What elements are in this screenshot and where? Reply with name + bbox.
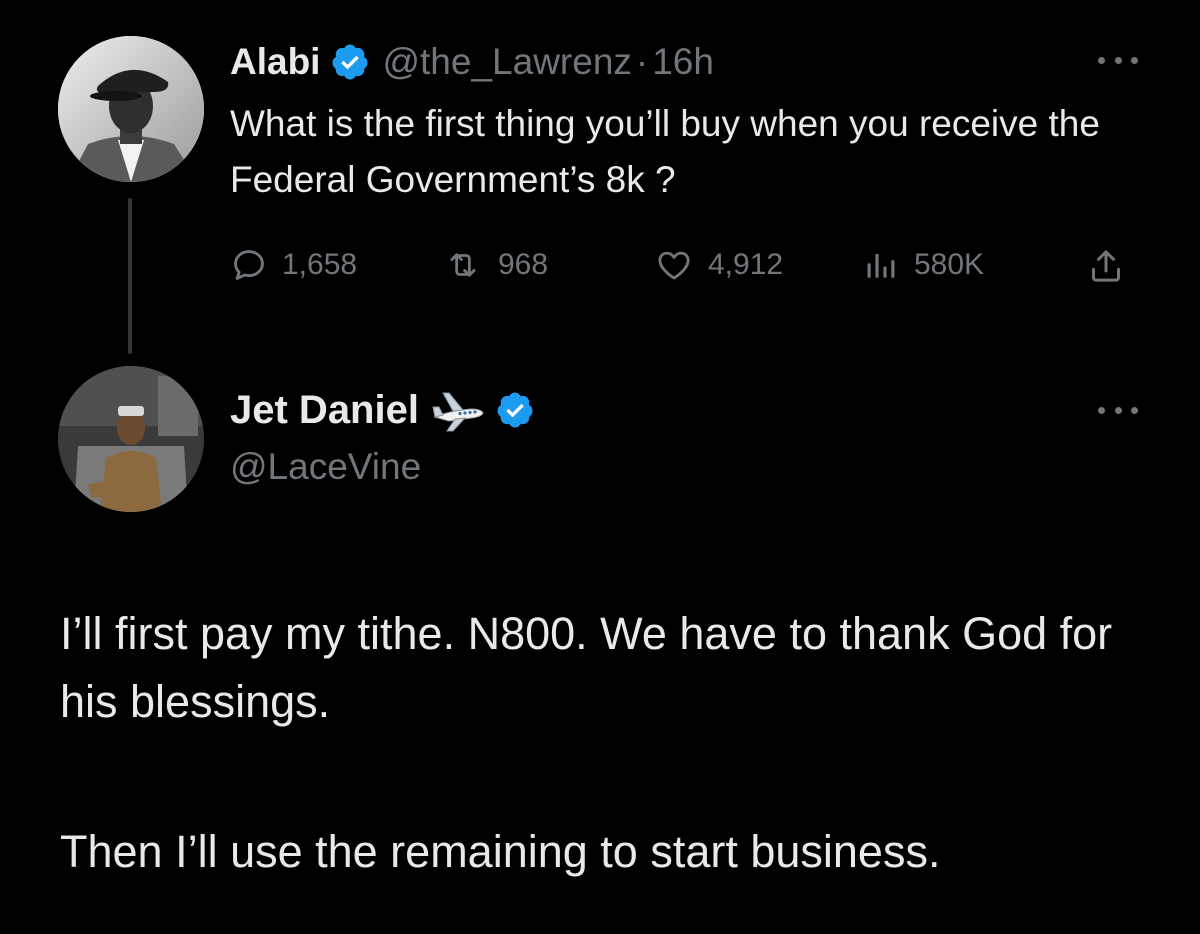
tweet-header: Alabi @the_Lawrenz · 16h [230,36,714,88]
tweet-text: What is the first thing you’ll buy when … [230,103,1100,200]
reply-button[interactable]: 1,658 [230,246,357,284]
reply-text-paragraph: I’ll first pay my tithe. N800. We have t… [60,608,1113,727]
verified-badge-icon [330,42,370,82]
reply-author-handle[interactable]: @LaceVine [230,446,421,488]
author-name[interactable]: Alabi [230,41,320,83]
reply-avatar-photo-icon [58,366,204,512]
more-options-icon[interactable] [1098,52,1138,68]
reply-more-options-icon[interactable] [1098,402,1138,418]
reply-avatar[interactable] [58,366,204,512]
views-count: 580K [914,248,985,281]
views-button[interactable]: 580K [862,246,984,284]
retweet-icon [450,253,476,277]
verified-badge-icon [495,390,535,430]
retweet-count: 968 [498,248,549,281]
like-button[interactable]: 4,912 [654,246,783,284]
share-button[interactable] [1086,246,1126,286]
heart-icon [658,251,690,280]
avatar-photo-icon [58,36,204,182]
tweet-actions-bar: 1,658 968 4,912 580K [230,246,1146,290]
avatar[interactable] [58,36,204,182]
tweet-thread-screen: Alabi @the_Lawrenz · 16h What is the fir… [0,0,1200,934]
reply-author-name[interactable]: Jet Daniel [230,388,419,433]
reply-header: Jet Daniel [230,384,535,436]
author-handle[interactable]: @the_Lawrenz [382,41,631,83]
separator-dot: · [635,41,649,82]
share-icon [1092,250,1120,282]
retweet-button[interactable]: 968 [442,246,548,284]
reply-text-paragraph: Then I’ll use the remaining to start bus… [60,826,941,877]
like-count: 4,912 [708,248,784,281]
reply-icon [234,250,264,280]
airplane-emoji-icon [431,387,485,433]
thread-connector-line [128,198,132,354]
reply-count: 1,658 [282,248,358,281]
tweet-timestamp[interactable]: 16h [652,41,714,83]
views-chart-icon [867,253,895,278]
